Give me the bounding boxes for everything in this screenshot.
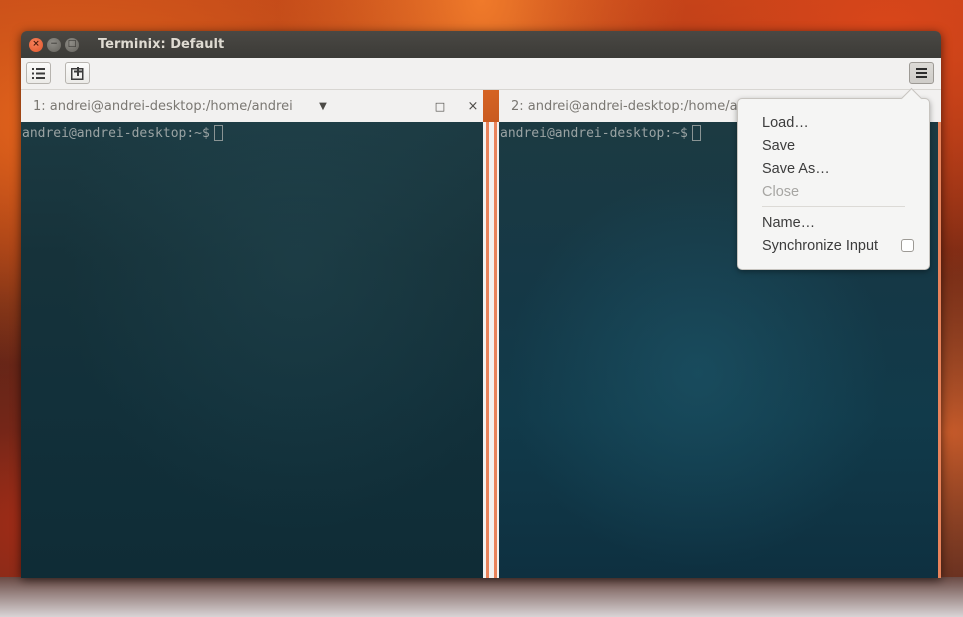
menu-item-synchronize-input[interactable]: Synchronize Input bbox=[762, 238, 878, 254]
window-minimize-button[interactable]: − bbox=[47, 37, 61, 52]
menu-button[interactable] bbox=[909, 62, 934, 84]
window-maximize-button[interactable]: □ bbox=[65, 37, 79, 52]
pane-splitter[interactable] bbox=[483, 122, 499, 578]
toolbar bbox=[21, 58, 941, 90]
list-icon bbox=[32, 67, 45, 79]
menu-separator bbox=[762, 206, 905, 207]
prompt-text: andrei@andrei-desktop:~$ bbox=[500, 126, 688, 141]
menu-item-name[interactable]: Name… bbox=[762, 215, 815, 231]
pane-header[interactable]: 1: andrei@andrei-desktop:/home/andrei bbox=[21, 90, 483, 122]
desktop-background bbox=[0, 577, 963, 617]
add-session-button[interactable] bbox=[65, 62, 90, 84]
splitter-accent-right bbox=[494, 122, 497, 578]
pane-maximize-icon[interactable]: □ bbox=[433, 90, 447, 122]
splitter-accent-left bbox=[486, 122, 489, 578]
prompt-text: andrei@andrei-desktop:~$ bbox=[22, 126, 210, 141]
menu-item-save-as[interactable]: Save As… bbox=[762, 161, 830, 177]
window-close-button[interactable]: × bbox=[29, 37, 43, 52]
pane-close-icon[interactable]: × bbox=[466, 90, 480, 122]
pane-accent-bar bbox=[938, 122, 941, 578]
terminal-cursor bbox=[213, 125, 223, 141]
menu-item-close: Close bbox=[762, 184, 800, 200]
terminal-cursor bbox=[691, 125, 701, 141]
shell-prompt: andrei@andrei-desktop:~$ bbox=[500, 125, 701, 141]
pane-title: 1: andrei@andrei-desktop:/home/andrei bbox=[33, 98, 293, 114]
pane-title: 2: andrei@andrei-desktop:/home/andrei bbox=[511, 98, 771, 114]
hamburger-icon bbox=[916, 68, 927, 78]
terminal-area[interactable]: andrei@andrei-desktop:~$ bbox=[21, 122, 483, 578]
add-terminal-icon bbox=[70, 66, 83, 80]
window-title: Terminix: Default bbox=[98, 37, 225, 52]
terminal-pane-1: 1: andrei@andrei-desktop:/home/andrei ▼ … bbox=[21, 90, 483, 578]
pane-dropdown-icon[interactable]: ▼ bbox=[315, 90, 331, 122]
title-bar[interactable]: × − □ Terminix: Default bbox=[21, 31, 941, 58]
menu-item-load[interactable]: Load… bbox=[762, 115, 809, 131]
session-menu-popover: Load… Save Save As… Close Name… Synchron… bbox=[737, 87, 930, 270]
session-list-button[interactable] bbox=[26, 62, 51, 84]
shell-prompt: andrei@andrei-desktop:~$ bbox=[22, 125, 223, 141]
menu-item-save[interactable]: Save bbox=[762, 138, 795, 154]
synchronize-input-checkbox[interactable] bbox=[901, 239, 914, 252]
